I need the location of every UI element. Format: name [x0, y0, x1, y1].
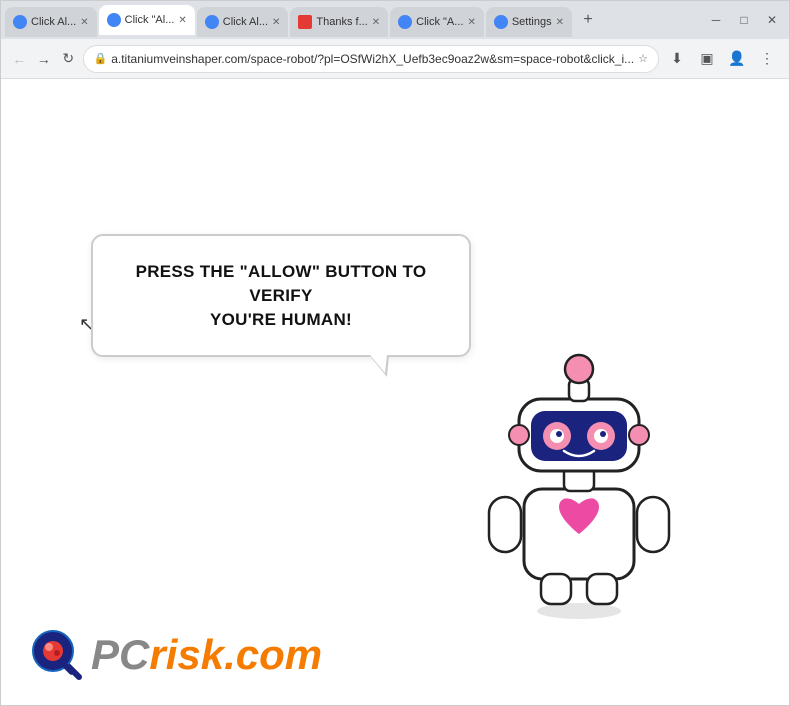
browser-window: Click Al... ✕ Click "Al... ✕ Click Al...… [0, 0, 790, 706]
tab-6-favicon [494, 15, 508, 29]
pcrisk-icon [31, 629, 83, 681]
new-tab-button[interactable]: + [574, 6, 602, 34]
speech-bubble: PRESS THE "ALLOW" BUTTON TO VERIFY YOU'R… [91, 234, 471, 357]
tab-3-close[interactable]: ✕ [272, 17, 280, 28]
speech-line-1: PRESS THE "ALLOW" BUTTON TO VERIFY [136, 262, 427, 305]
tab-4-label: Thanks f... [316, 16, 367, 28]
profile-icon[interactable]: 👤 [723, 45, 751, 73]
menu-icon[interactable]: ⋮ [753, 45, 781, 73]
tab-3[interactable]: Click Al... ✕ [197, 7, 289, 37]
tab-2-close[interactable]: ✕ [178, 15, 186, 26]
tab-1[interactable]: Click Al... ✕ [5, 7, 97, 37]
lock-icon: 🔒 [94, 52, 108, 65]
minimize-button[interactable]: ─ [703, 11, 729, 29]
tab-1-label: Click Al... [31, 16, 76, 28]
tab-5-label: Click "A... [416, 16, 463, 28]
maximize-button[interactable]: □ [731, 11, 757, 29]
tab-3-label: Click Al... [223, 16, 268, 28]
tab-4[interactable]: Thanks f... ✕ [290, 7, 388, 37]
extension-icon[interactable]: ▣ [693, 45, 721, 73]
reload-button[interactable]: ↻ [58, 45, 79, 73]
tab-4-favicon [298, 15, 312, 29]
title-bar: Click Al... ✕ Click "Al... ✕ Click Al...… [1, 1, 789, 39]
page-content: ↖ PRESS THE "ALLOW" BUTTON TO VERIFY YOU… [1, 79, 789, 705]
nav-icons: ⬇ ▣ 👤 ⋮ [663, 45, 781, 73]
tab-5[interactable]: Click "A... ✕ [390, 7, 484, 37]
robot-svg [469, 339, 689, 619]
star-icon[interactable]: ☆ [638, 52, 648, 65]
tab-5-favicon [398, 15, 412, 29]
tab-3-favicon [205, 15, 219, 29]
download-icon[interactable]: ⬇ [663, 45, 691, 73]
tab-2-label: Click "Al... [125, 14, 175, 26]
robot-illustration [469, 339, 689, 619]
tab-6-label: Settings [512, 16, 552, 28]
pcrisk-text: PCrisk.com [91, 634, 322, 676]
speech-bubble-text: PRESS THE "ALLOW" BUTTON TO VERIFY YOU'R… [121, 260, 441, 331]
tab-1-close[interactable]: ✕ [80, 17, 88, 28]
tab-4-close[interactable]: ✕ [372, 17, 380, 28]
tab-2[interactable]: Click "Al... ✕ [99, 5, 195, 35]
nav-bar: ← → ↻ 🔒 a.titaniumveinshaper.com/space-r… [1, 39, 789, 79]
tab-2-favicon [107, 13, 121, 27]
speech-line-2: YOU'RE HUMAN! [210, 310, 352, 329]
forward-button[interactable]: → [34, 45, 55, 73]
window-controls: ─ □ ✕ [703, 11, 785, 29]
tab-6-close[interactable]: ✕ [556, 17, 564, 28]
tab-5-close[interactable]: ✕ [467, 17, 475, 28]
address-text: a.titaniumveinshaper.com/space-robot/?pl… [111, 52, 634, 66]
tab-6[interactable]: Settings ✕ [486, 7, 572, 37]
pcrisk-logo: PCrisk.com [31, 629, 322, 681]
tab-1-favicon [13, 15, 27, 29]
address-bar[interactable]: 🔒 a.titaniumveinshaper.com/space-robot/?… [83, 45, 660, 73]
close-button[interactable]: ✕ [759, 11, 785, 29]
back-button[interactable]: ← [9, 45, 30, 73]
pcrisk-risk: risk.com [149, 631, 322, 678]
